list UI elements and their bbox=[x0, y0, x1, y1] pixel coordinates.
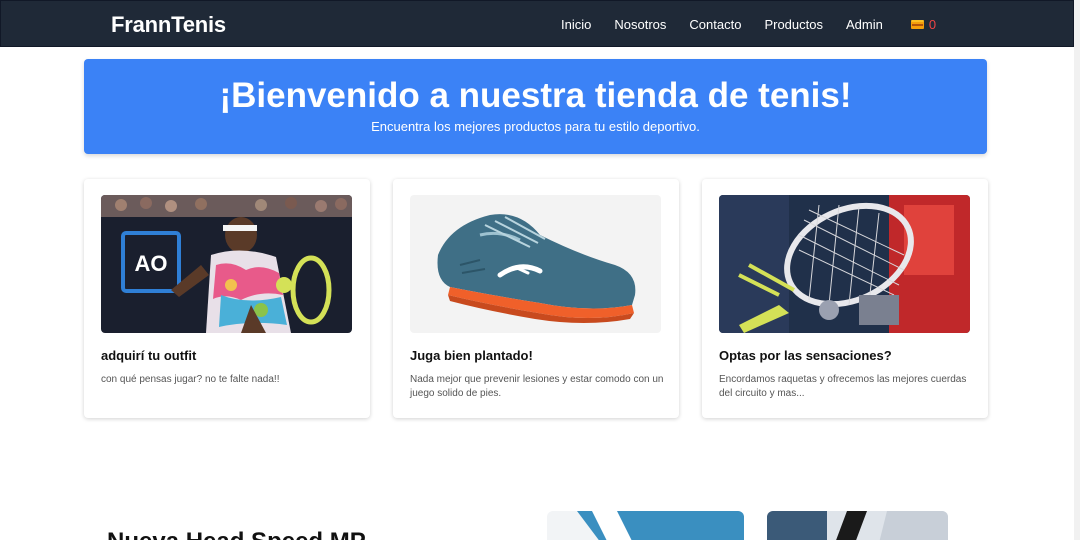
nav-link-admin[interactable]: Admin bbox=[846, 17, 883, 32]
nav-link-inicio[interactable]: Inicio bbox=[561, 17, 591, 32]
welcome-banner: ¡Bienvenido a nuestra tienda de tenis! E… bbox=[84, 59, 987, 154]
tennis-player-photo: AO bbox=[101, 195, 352, 333]
card-title: adquirí tu outfit bbox=[101, 348, 197, 363]
brand-logo[interactable]: FrannTenis bbox=[111, 12, 226, 38]
promo-image-1[interactable] bbox=[547, 511, 744, 540]
card-title: Optas por las sensaciones? bbox=[719, 348, 892, 363]
cart-button[interactable]: 0 bbox=[910, 17, 937, 32]
promo-title: Nueva Head Speed MP bbox=[107, 528, 366, 540]
feature-card-outfit[interactable]: AO adquirí tu outfit con qué pensas juga… bbox=[84, 179, 370, 418]
racket-stringing-photo bbox=[719, 195, 970, 333]
nav-link-nosotros[interactable]: Nosotros bbox=[614, 17, 666, 32]
card-text: Nada mejor que prevenir lesiones y estar… bbox=[410, 374, 664, 399]
card-title: Juga bien plantado! bbox=[410, 348, 533, 363]
top-navbar: FrannTenis Inicio Nosotros Contacto Prod… bbox=[0, 0, 1074, 47]
card-text: Encordamos raquetas y ofrecemos las mejo… bbox=[719, 374, 967, 399]
page-scrollbar[interactable] bbox=[1074, 0, 1080, 540]
banner-subtitle: Encuentra los mejores productos para tu … bbox=[371, 119, 700, 134]
cart-icon bbox=[910, 19, 924, 30]
tennis-shoe-photo bbox=[410, 195, 661, 333]
feature-card-shoes[interactable]: Juga bien plantado! Nada mejor que preve… bbox=[393, 179, 679, 418]
promo-image-2[interactable] bbox=[767, 511, 948, 540]
nav-link-contacto[interactable]: Contacto bbox=[689, 17, 741, 32]
card-text: con qué pensas jugar? no te falte nada!! bbox=[101, 374, 280, 385]
nav-links: Inicio Nosotros Contacto Productos Admin… bbox=[561, 1, 936, 48]
svg-text:AO: AO bbox=[135, 251, 168, 276]
banner-title: ¡Bienvenido a nuestra tienda de tenis! bbox=[219, 76, 852, 115]
feature-card-stringing[interactable]: Optas por las sensaciones? Encordamos ra… bbox=[702, 179, 988, 418]
cart-count-badge: 0 bbox=[928, 17, 937, 32]
nav-link-productos[interactable]: Productos bbox=[764, 17, 823, 32]
